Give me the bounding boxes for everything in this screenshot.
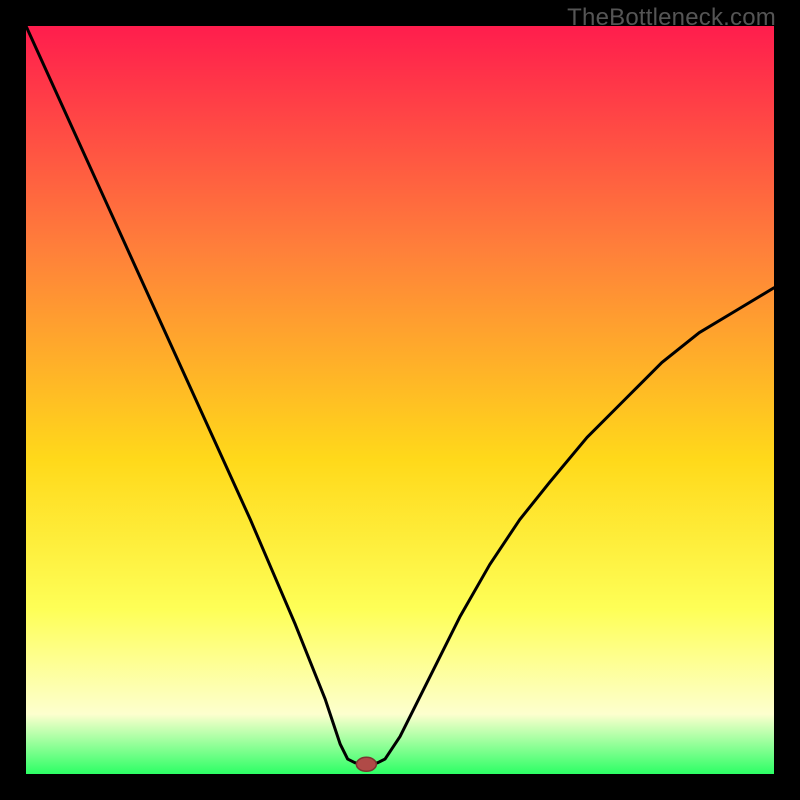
curve-minimum-marker: [356, 757, 376, 771]
chart-canvas: [26, 26, 774, 774]
watermark-text: TheBottleneck.com: [567, 4, 776, 32]
chart-plot-area: [26, 26, 774, 774]
gradient-background: [26, 26, 774, 774]
chart-frame: TheBottleneck.com: [0, 0, 800, 800]
